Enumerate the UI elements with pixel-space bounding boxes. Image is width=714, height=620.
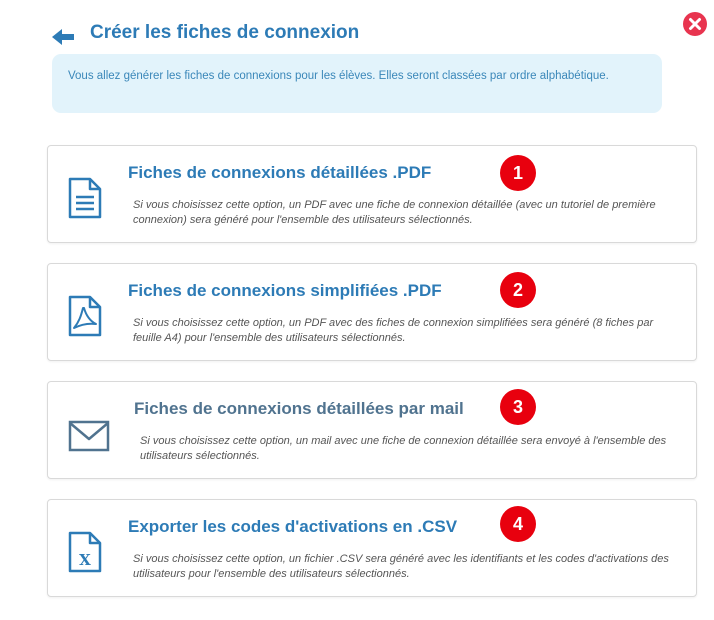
pdf-icon (68, 295, 102, 337)
option-card-simplified-pdf[interactable]: Fiches de connexions simplifiées .PDF Si… (47, 263, 697, 361)
option-description: Si vous choisissez cette option, un mail… (140, 435, 667, 462)
document-icon (68, 177, 102, 219)
number-badge: 1 (500, 155, 536, 191)
option-description: Si vous choisissez cette option, un fich… (133, 553, 669, 580)
option-card-mail[interactable]: Fiches de connexions détaillées par mail… (47, 381, 697, 479)
info-text: Vous allez générer les fiches de connexi… (68, 70, 609, 82)
excel-file-icon: X (68, 531, 102, 573)
option-description: Si vous choisissez cette option, un PDF … (133, 199, 656, 226)
option-title: Fiches de connexions détaillées par mail (134, 399, 464, 418)
envelope-icon (68, 420, 110, 452)
page-title: Créer les fiches de connexion (90, 22, 360, 43)
option-card-csv[interactable]: X Exporter les codes d'activations en .C… (47, 499, 697, 597)
option-card-detailed-pdf[interactable]: Fiches de connexions détaillées .PDF Si … (47, 145, 697, 243)
option-title: Fiches de connexions détaillées .PDF (128, 163, 432, 182)
number-badge: 2 (500, 272, 536, 308)
option-description: Si vous choisissez cette option, un PDF … (133, 317, 654, 344)
number-badge: 3 (500, 389, 536, 425)
option-title: Exporter les codes d'activations en .CSV (128, 517, 458, 536)
info-box: Vous allez générer les fiches de connexi… (52, 54, 662, 113)
option-title: Fiches de connexions simplifiées .PDF (128, 281, 442, 300)
svg-text:X: X (79, 551, 91, 569)
back-arrow-icon[interactable] (52, 28, 74, 46)
number-badge: 4 (500, 506, 536, 542)
close-icon[interactable] (683, 12, 707, 36)
